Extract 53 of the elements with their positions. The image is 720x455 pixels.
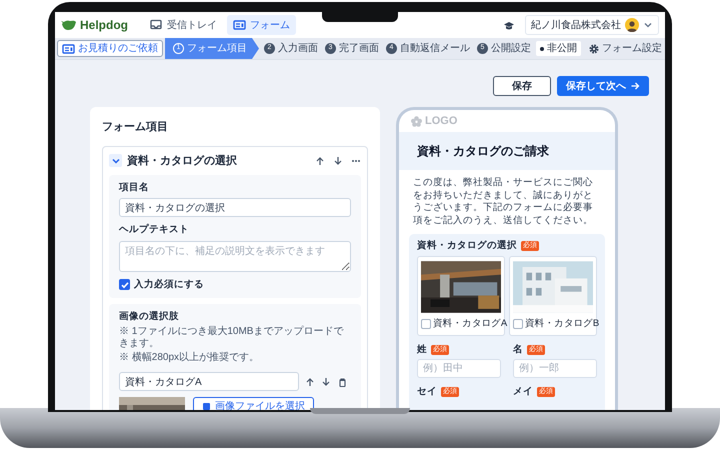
catalog-card[interactable]: 資料・カタログA [417,256,505,336]
flower-icon [411,116,422,126]
option-label: 資料・カタログB [525,317,599,332]
expand-toggle[interactable] [109,154,122,168]
required-checkbox[interactable] [119,279,130,290]
field-label: セイ [417,384,437,399]
note-text: ※ 1ファイルにつき最大10MBまでアップロードできます。 [119,326,344,350]
option-checkbox[interactable] [513,319,523,330]
avatar-icon [625,18,639,32]
catalog-card[interactable]: 資料・カタログB [509,256,597,336]
arrow-down-icon[interactable] [333,156,343,166]
account-menu[interactable]: 紀ノ川食品株式会社 [525,15,659,35]
field-label: メイ [513,384,533,399]
arrow-right-icon [630,81,640,91]
form-icon [62,42,75,54]
intro-text: この度は、弊社製品・サービスにご関心をお持ちいただきまして、誠にありがとうございます。下記のフォームに必要事項をご記入のうえ、送信してください。 [412,176,594,228]
section-title: 画像の選択肢 [119,310,180,324]
settings-icon [588,42,600,54]
app-logo-text: Helpdog [80,17,128,34]
field-label: 名 [513,342,523,356]
form-settings-button[interactable]: フォーム設定 [586,38,665,59]
form-select-button[interactable]: お見積りのご依頼 [57,40,163,57]
nav-tab[interactable]: フォーム [227,15,296,35]
inbox-icon [150,19,163,31]
field-label: 姓 [417,342,427,356]
arrow-up-icon[interactable] [305,376,315,386]
save-next-button[interactable]: 保存して次へ [557,76,649,96]
item-title: 資料・カタログの選択 [127,154,238,168]
editor-title: フォーム項目 [102,120,169,135]
trash-icon[interactable] [337,376,347,386]
checkbox-label: 入力必須にする [134,278,204,292]
chevron-down-icon [643,20,653,30]
form-icon [233,19,246,31]
help-text-field[interactable]: 項目名の下に、補足の説明文を表示できます [119,240,351,272]
arrow-down-icon[interactable] [321,376,331,386]
field-label: 項目名 [119,181,150,195]
name-input-field[interactable]: 資料・カタログの選択 [119,198,351,218]
name-input-field[interactable]: 例）一郎 [513,358,597,378]
preview-title: 資料・カタログのご請求 [399,132,615,170]
name-input-field[interactable]: 例）田中 [417,358,501,378]
option-input-field[interactable]: 資料・カタログA [119,372,299,391]
logo-text: LOGO [425,114,458,129]
option-label: 資料・カタログA [433,317,507,332]
image-icon [202,402,211,410]
graduation-cap-icon[interactable] [503,20,515,30]
field-label: ヘルプテキスト [119,223,190,238]
visibility-badge: 非公開 [536,41,581,56]
nav-tab[interactable]: 受信トレイ [144,15,223,35]
note-text: ※ 横幅280px以上が推奨です。 [119,352,260,364]
save-button[interactable]: 保存 [493,76,551,96]
arrow-up-icon[interactable] [315,156,325,166]
option-checkbox[interactable] [421,319,431,330]
field-label: 資料・カタログの選択 [417,239,517,253]
